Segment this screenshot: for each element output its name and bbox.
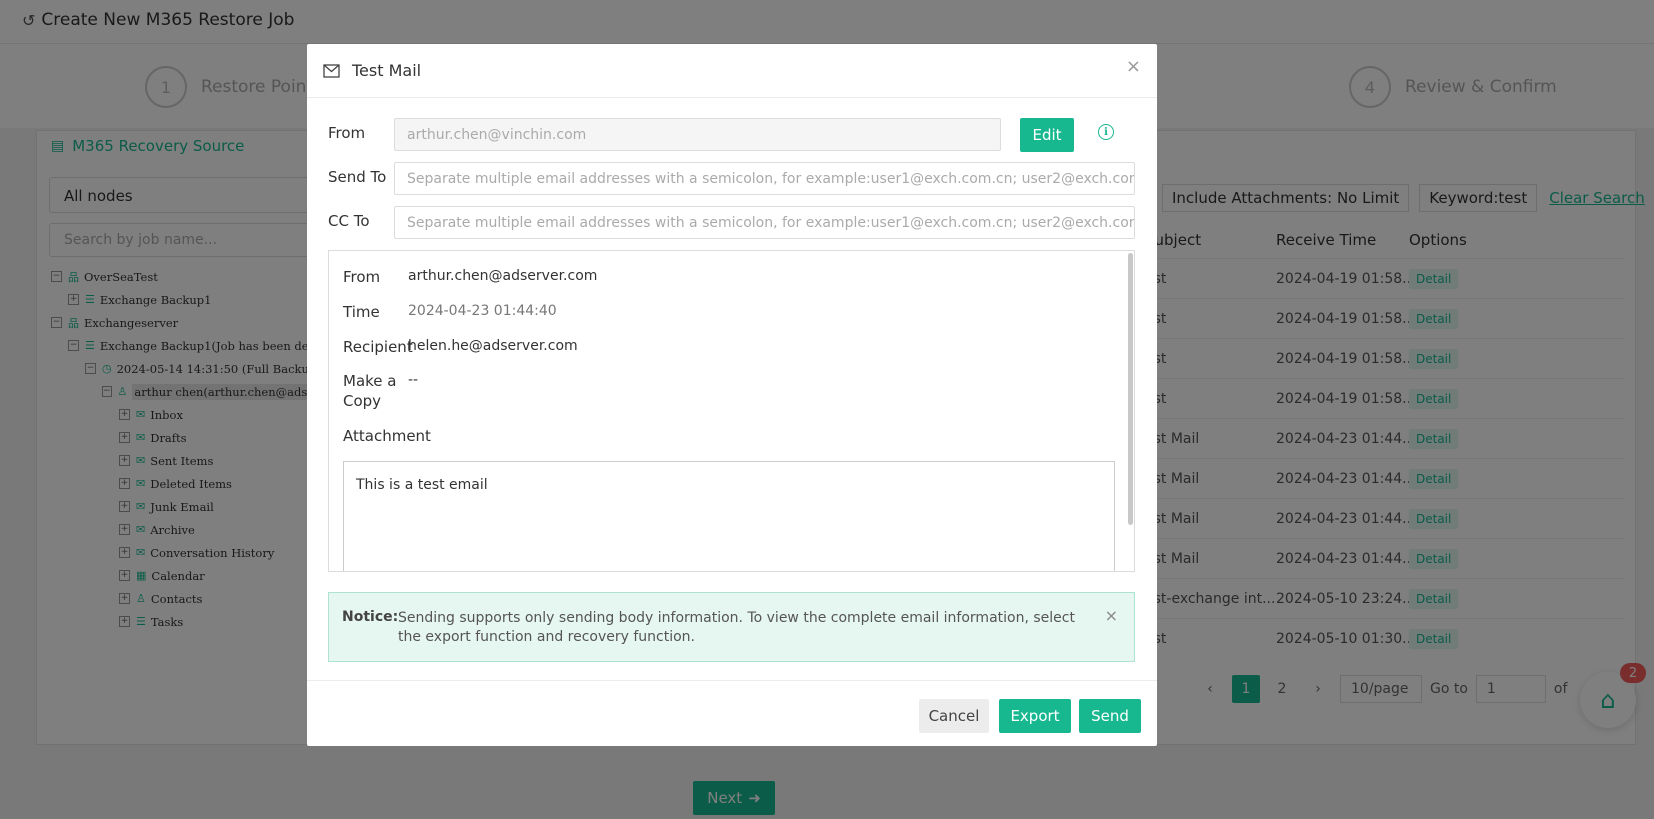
cc-to-label: CC To: [328, 212, 370, 230]
from-field: arthur.chen@vinchin.com: [394, 118, 1001, 151]
notice-label: Notice:: [342, 609, 399, 625]
edit-button[interactable]: Edit: [1020, 118, 1074, 152]
close-icon[interactable]: ×: [1105, 606, 1118, 625]
mail-preview: From arthur.chen@adserver.com Time 2024-…: [328, 250, 1135, 572]
notice-text: Sending supports only sending body infor…: [398, 610, 1075, 645]
send-to-label: Send To: [328, 168, 387, 186]
dialog-header: Test Mail ×: [307, 44, 1157, 98]
preview-copy-value: --: [408, 372, 419, 388]
info-icon[interactable]: i: [1098, 124, 1114, 140]
preview-recipient-value: helen.he@adserver.com: [408, 338, 578, 354]
preview-recipient-label: Recipient: [343, 338, 413, 356]
preview-time-value: 2024-04-23 01:44:40: [408, 303, 557, 319]
send-to-input[interactable]: Separate multiple email addresses with a…: [394, 162, 1135, 195]
preview-from-label: From: [343, 268, 381, 286]
send-button[interactable]: Send: [1079, 699, 1141, 733]
preview-copy-label-line1: Make a: [343, 372, 397, 390]
dialog-title: Test Mail: [323, 61, 421, 80]
preview-scrollbar[interactable]: [1128, 253, 1133, 525]
export-button[interactable]: Export: [999, 699, 1071, 733]
cancel-button[interactable]: Cancel: [919, 699, 989, 733]
dialog-footer: Cancel Export Send: [307, 680, 1157, 746]
from-label: From: [328, 124, 366, 142]
preview-time-label: Time: [343, 303, 380, 321]
mail-body: This is a test email: [343, 461, 1115, 571]
preview-attachment-label: Attachment: [343, 427, 431, 445]
dialog-title-text: Test Mail: [352, 61, 422, 80]
preview-from-value: arthur.chen@adserver.com: [408, 268, 598, 284]
close-icon[interactable]: ×: [1126, 56, 1141, 77]
preview-copy-label-line2: Copy: [343, 392, 382, 410]
notice-banner: Notice: Sending supports only sending bo…: [328, 592, 1135, 662]
cc-to-input[interactable]: Separate multiple email addresses with a…: [394, 206, 1135, 239]
test-mail-dialog: Test Mail × From arthur.chen@vinchin.com…: [307, 44, 1157, 746]
mail-icon: [323, 63, 340, 78]
